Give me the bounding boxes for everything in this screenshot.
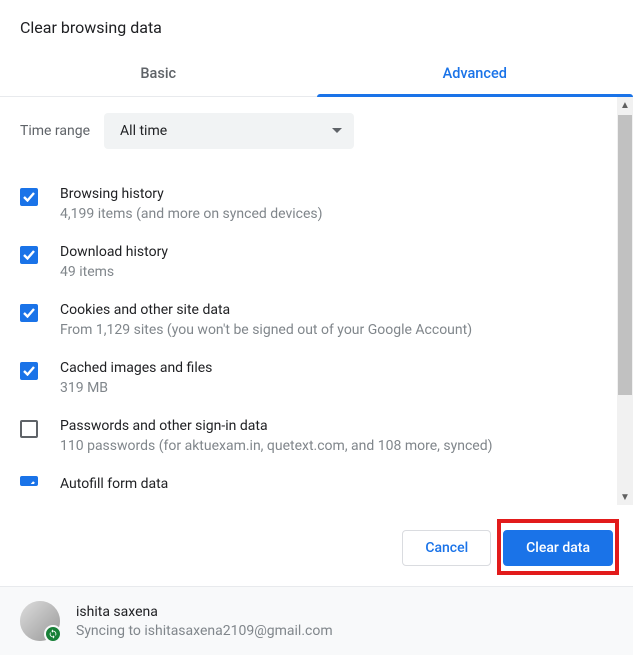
time-range-select[interactable]: All time (104, 113, 354, 149)
check-icon (23, 192, 35, 202)
checkbox-cache[interactable] (20, 362, 38, 380)
list-item: Autofill form data (20, 465, 613, 492)
time-range-label: Time range (20, 123, 90, 139)
scroll-up-icon[interactable]: ▲ (617, 97, 633, 113)
dialog-title: Clear browsing data (0, 0, 633, 53)
chevron-down-icon (332, 128, 342, 134)
item-title: Cookies and other site data (60, 302, 472, 318)
dialog-footer: Cancel Clear data (0, 505, 633, 586)
check-icon (23, 308, 35, 318)
check-icon (23, 481, 35, 486)
item-title: Browsing history (60, 186, 323, 202)
checkbox-browsing-history[interactable] (20, 188, 38, 206)
scrollbar[interactable]: ▲ ▼ (617, 97, 633, 505)
avatar (20, 601, 60, 641)
list-item: Cached images and files 319 MB (20, 349, 613, 407)
scrollbar-thumb[interactable] (618, 115, 632, 395)
item-title: Passwords and other sign-in data (60, 418, 492, 434)
checkbox-autofill[interactable] (20, 476, 38, 486)
data-list: Browsing history 4,199 items (and more o… (20, 175, 613, 492)
check-icon (23, 366, 35, 376)
item-title: Download history (60, 244, 168, 260)
item-title: Cached images and files (60, 360, 212, 376)
item-sub: 110 passwords (for aktuexam.in, quetext.… (60, 438, 492, 454)
tabs: Basic Advanced (0, 53, 633, 97)
checkbox-passwords[interactable] (20, 420, 38, 438)
list-item: Cookies and other site data From 1,129 s… (20, 291, 613, 349)
item-sub: From 1,129 sites (you won't be signed ou… (60, 322, 472, 338)
list-item: Passwords and other sign-in data 110 pas… (20, 407, 613, 465)
checkbox-download-history[interactable] (20, 246, 38, 264)
item-sub: 49 items (60, 264, 168, 280)
list-item: Browsing history 4,199 items (and more o… (20, 175, 613, 233)
sync-badge-icon (44, 625, 62, 643)
cancel-button[interactable]: Cancel (402, 530, 491, 566)
item-title: Autofill form data (60, 476, 168, 492)
list-item: Download history 49 items (20, 233, 613, 291)
check-icon (23, 250, 35, 260)
time-range-value: All time (120, 123, 167, 139)
profile-name: ishita saxena (76, 604, 333, 620)
item-sub: 4,199 items (and more on synced devices) (60, 206, 323, 222)
scroll-down-icon[interactable]: ▼ (617, 489, 633, 505)
item-sub: 319 MB (60, 380, 212, 396)
scroll-area: Time range All time Browsing history 4,1… (0, 97, 633, 505)
tab-advanced[interactable]: Advanced (317, 53, 633, 96)
profile-sync-status: Syncing to ishitasaxena2109@gmail.com (76, 623, 333, 639)
time-range-row: Time range All time (20, 113, 613, 149)
clear-data-button[interactable]: Clear data (503, 530, 613, 566)
tab-basic[interactable]: Basic (0, 53, 317, 96)
checkbox-cookies[interactable] (20, 304, 38, 322)
profile-bar: ishita saxena Syncing to ishitasaxena210… (0, 586, 633, 655)
